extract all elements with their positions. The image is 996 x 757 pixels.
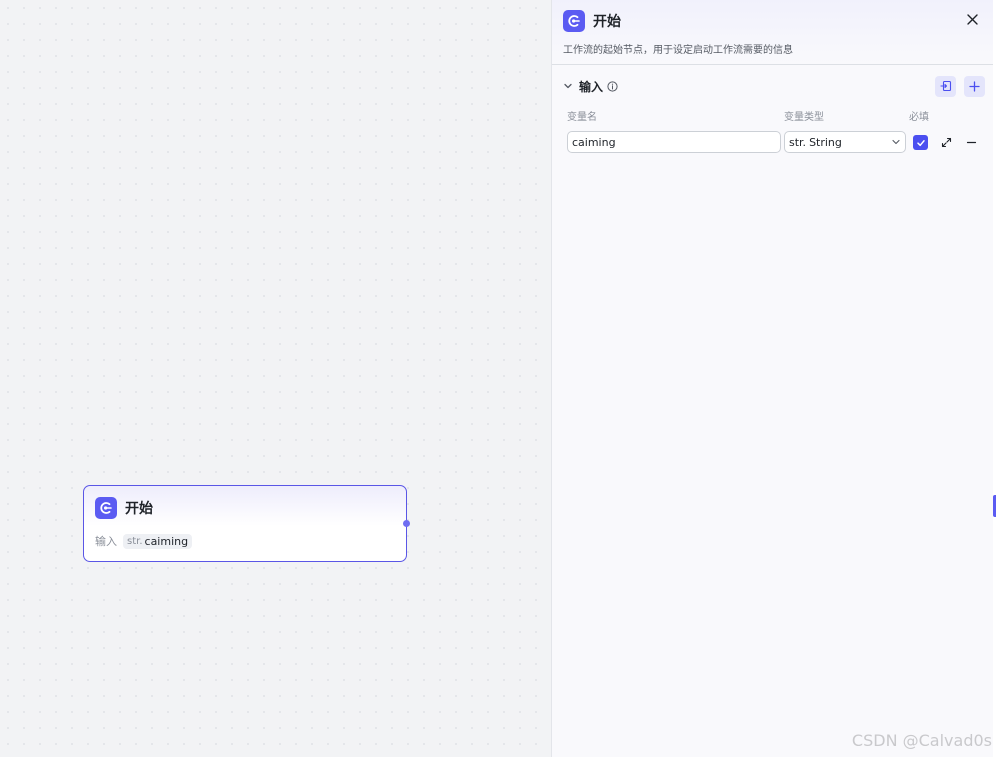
info-icon[interactable] <box>607 80 618 92</box>
variable-table-header: 变量名 变量类型 必填 <box>567 108 987 123</box>
node-variable-type: str. <box>127 535 143 547</box>
node-variable-chip: str. caiming <box>123 533 193 549</box>
chevron-down-icon[interactable] <box>563 81 573 91</box>
plus-icon <box>969 80 980 92</box>
variable-type-select[interactable]: str. String <box>784 131 906 153</box>
panel-title-row: 开始 <box>563 10 621 32</box>
variable-row: str. String <box>567 131 987 153</box>
variable-name-input[interactable] <box>567 131 781 153</box>
node-output-handle[interactable] <box>403 520 410 527</box>
start-node-icon <box>95 497 117 519</box>
node-variable-name: caiming <box>144 534 189 548</box>
column-header-name: 变量名 <box>567 112 597 123</box>
node-input-list: 输入 str. caiming <box>95 533 193 549</box>
required-checkbox[interactable] <box>913 135 928 150</box>
node-header: 开始 <box>95 497 153 519</box>
panel-description[interactable]: 工作流的起始节点，用于设定启动工作流需要的信息 <box>563 41 793 56</box>
remove-variable-icon[interactable] <box>964 135 978 149</box>
column-header-type: 变量类型 <box>784 112 824 123</box>
start-node-icon <box>563 10 585 32</box>
workflow-canvas[interactable]: 开始 输入 str. caiming <box>0 0 551 757</box>
watermark: CSDN @Calvad0s <box>851 731 992 750</box>
chevron-down-icon <box>891 137 901 147</box>
node-title: 开始 <box>125 501 153 517</box>
import-icon <box>939 80 951 92</box>
close-icon[interactable] <box>964 11 980 27</box>
variable-type-value: String <box>809 135 842 149</box>
panel-header: 开始 工作流的起始节点，用于设定启动工作流需要的信息 <box>552 0 994 65</box>
variable-type-prefix: str. <box>789 135 807 149</box>
start-node[interactable]: 开始 输入 str. caiming <box>83 485 410 562</box>
import-button[interactable] <box>935 75 956 97</box>
add-variable-button[interactable] <box>964 75 985 97</box>
section-actions <box>935 75 985 97</box>
input-section-header: 输入 <box>563 75 985 97</box>
check-icon <box>916 139 925 146</box>
column-header-required: 必填 <box>909 112 929 123</box>
expand-icon[interactable] <box>939 135 953 149</box>
node-config-panel: 开始 工作流的起始节点，用于设定启动工作流需要的信息 输入 变量名 变量类型 必… <box>551 0 994 757</box>
section-title: 输入 <box>579 79 604 94</box>
panel-title[interactable]: 开始 <box>593 11 621 31</box>
node-input-label: 输入 <box>95 535 117 548</box>
